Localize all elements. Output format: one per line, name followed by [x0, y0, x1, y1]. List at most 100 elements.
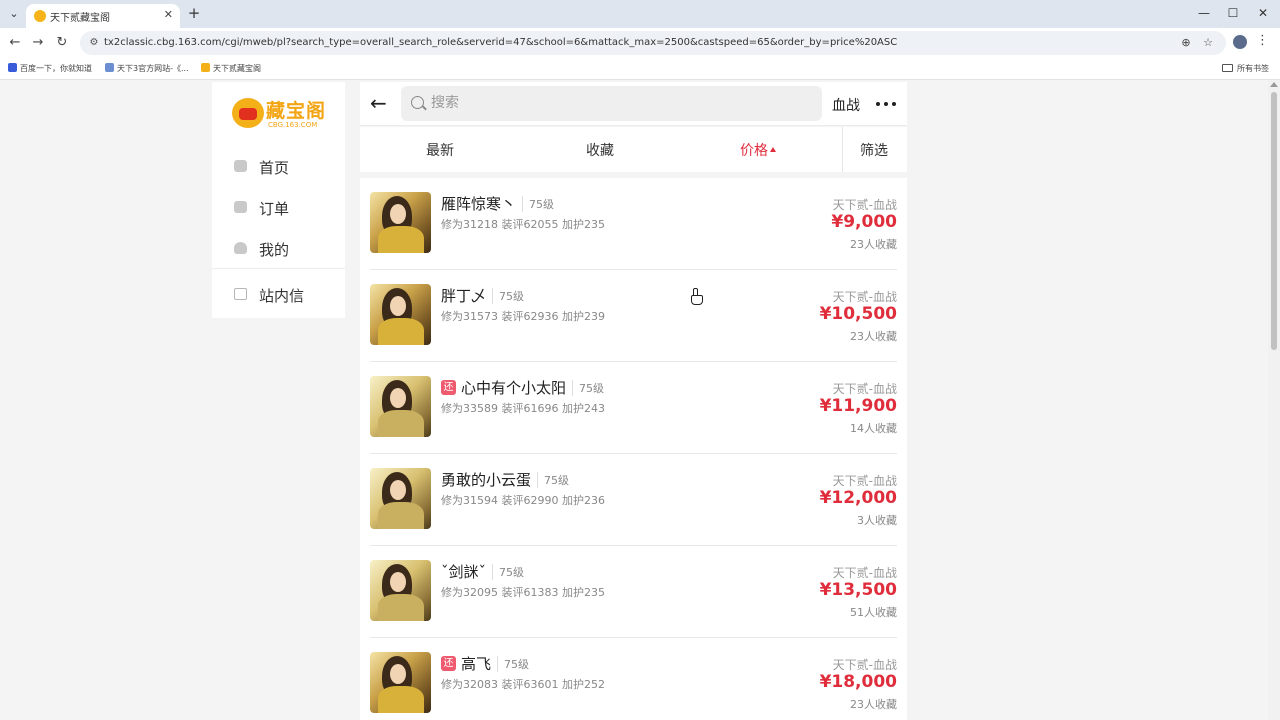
item-name: ˇ剑詸ˇ	[441, 563, 487, 581]
item-price: ¥9,000	[831, 212, 897, 232]
listing-item[interactable]: 胖丁乄 75级 修为31573 装评62936 加护239 天下贰-血战 ¥10,500…	[370, 270, 897, 362]
item-fav: 14人收藏	[850, 422, 897, 435]
item-price: ¥10,500	[819, 304, 897, 324]
character-avatar	[370, 284, 431, 345]
home-icon	[234, 160, 247, 172]
sidebar-item-home[interactable]: 首页	[232, 152, 332, 182]
new-tab-icon[interactable]: +	[186, 4, 202, 22]
cbg-icon	[201, 63, 210, 72]
tab-favorites[interactable]: 收藏	[586, 140, 614, 160]
item-price: ¥11,900	[819, 396, 897, 416]
item-fav: 23人收藏	[850, 698, 897, 711]
character-avatar	[370, 468, 431, 529]
item-server: 天下贰-血战	[832, 290, 897, 304]
search-icon	[411, 96, 424, 109]
browser-tab[interactable]: 天下贰藏宝阁 ✕	[26, 4, 180, 28]
listing-item[interactable]: 雁阵惊寒丶 75级修为31218 装评62055 加护235 天下贰-血战 ¥9,00…	[370, 178, 897, 270]
bookmark-cbg[interactable]: 天下贰藏宝阁	[201, 62, 261, 76]
character-avatar	[370, 192, 431, 253]
item-level: 75级	[537, 472, 569, 488]
browser-menu-icon[interactable]: ⋮	[1256, 33, 1269, 48]
browser-tab-bar: ⌄ 天下贰藏宝阁 ✕ + — ☐ ✕	[0, 0, 1280, 28]
sidebar-item-mine[interactable]: 我的	[232, 234, 332, 264]
item-fav: 51人收藏	[850, 606, 897, 619]
listing-item[interactable]: 还心中有个小太阳 75级 修为33589 装评61696 加护243 天下贰-血战 ¥1…	[370, 362, 897, 454]
address-bar[interactable]: ⚙ tx2classic.cbg.163.com/cgi/mweb/pl?sea…	[80, 31, 1226, 55]
server-label[interactable]: 血战	[832, 95, 860, 115]
tab-price[interactable]: 价格	[740, 140, 776, 160]
character-avatar	[370, 376, 431, 437]
sort-divider	[842, 127, 843, 172]
item-price: ¥12,000	[819, 488, 897, 508]
item-level: 75级	[497, 656, 529, 672]
scroll-up-icon[interactable]	[1270, 82, 1278, 87]
item-price: ¥13,500	[819, 580, 897, 600]
item-server: 天下贰-血战	[832, 198, 897, 212]
sidebar-item-orders[interactable]: 订单	[232, 193, 332, 223]
item-stats: 修为33589 装评61696 加护243	[441, 402, 605, 415]
bookmarks-bar: 百度一下，你就知道 天下3官方网站-《... 天下贰藏宝阁 所有书签	[0, 58, 1280, 80]
order-icon	[234, 201, 247, 213]
item-name: 心中有个小太阳	[461, 379, 567, 397]
tab-search-icon[interactable]: ⌄	[5, 5, 23, 23]
item-stats: 修为31573 装评62936 加护239	[441, 310, 605, 323]
favicon-icon	[34, 10, 46, 22]
search-input[interactable]	[431, 93, 811, 113]
tab-filter[interactable]: 筛选	[860, 140, 888, 160]
forward-nav-icon[interactable]: →	[29, 34, 47, 52]
window-close-icon[interactable]: ✕	[1252, 4, 1274, 22]
listing-item[interactable]: 勇敢的小云蛋 75级修为31594 装评62990 加护236 天下贰-血战 ¥12,…	[370, 454, 897, 546]
scroll-thumb[interactable]	[1271, 92, 1277, 350]
listing-list: 雁阵惊寒丶 75级 修为31218 装评62055 加护235 天下贰-血战 ¥9,00…	[360, 178, 907, 720]
bookmark-tx3[interactable]: 天下3官方网站-《...	[105, 62, 189, 76]
item-fav: 3人收藏	[857, 514, 897, 527]
back-nav-icon[interactable]: ←	[6, 34, 24, 52]
item-fav: 23人收藏	[850, 238, 897, 251]
user-icon	[234, 242, 247, 254]
item-stats: 修为32083 装评63601 加护252	[441, 678, 605, 691]
hand-cursor-icon	[690, 288, 703, 305]
logo-bag-icon	[232, 98, 264, 128]
url-text[interactable]: tx2classic.cbg.163.com/cgi/mweb/pl?searc…	[104, 37, 897, 48]
tab-title: 天下贰藏宝阁	[50, 13, 110, 24]
item-price: ¥18,000	[819, 672, 897, 692]
tab-latest[interactable]: 最新	[426, 140, 454, 160]
character-avatar	[370, 652, 431, 713]
logo[interactable]: 藏宝阁 CBG.163.COM	[232, 96, 328, 132]
item-name: 勇敢的小云蛋	[441, 471, 532, 489]
item-level: 75级	[522, 196, 554, 212]
bookmark-star-icon[interactable]: ☆	[1200, 35, 1216, 51]
item-server: 天下贰-血战	[832, 382, 897, 396]
profile-icon[interactable]	[1233, 35, 1247, 49]
sidebar-item-messages[interactable]: 站内信	[232, 280, 332, 310]
character-avatar	[370, 560, 431, 621]
sidebar-divider	[212, 268, 345, 269]
tab-close-icon[interactable]: ✕	[164, 8, 173, 21]
minimize-icon[interactable]: —	[1193, 4, 1215, 22]
back-arrow-icon[interactable]: ←	[370, 92, 392, 114]
item-server: 天下贰-血战	[832, 474, 897, 488]
item-level: 75级	[572, 380, 604, 396]
search-box[interactable]	[401, 86, 822, 121]
listing-item[interactable]: ˇ剑詸ˇ 75级 修为32095 装评61383 加护235 天下贰-血战 ¥13,50…	[370, 546, 897, 638]
return-badge: 还	[441, 656, 456, 671]
page-scrollbar[interactable]	[1268, 80, 1280, 720]
zoom-icon[interactable]: ⊕	[1178, 35, 1194, 51]
more-dots-icon[interactable]	[874, 93, 898, 113]
item-fav: 23人收藏	[850, 330, 897, 343]
sort-asc-icon	[770, 147, 776, 152]
all-bookmarks[interactable]: 所有书签	[1222, 62, 1269, 76]
main-panel: ← 血战 最新 收藏 价格 筛选 雁阵惊寒丶75级修为31218 装评62055…	[360, 82, 907, 720]
item-name: 雁阵惊寒丶	[441, 195, 517, 213]
item-name: 胖丁乄	[441, 287, 487, 305]
folder-icon	[1222, 64, 1233, 72]
maximize-icon[interactable]: ☐	[1222, 4, 1244, 22]
sort-bar: 最新 收藏 价格 筛选	[360, 127, 907, 172]
listing-item[interactable]: 还高飞 75级 修为32083 装评63601 加护252 天下贰-血战 ¥18,000…	[370, 638, 897, 720]
item-stats: 修为31594 装评62990 加护236	[441, 494, 605, 507]
site-info-icon[interactable]: ⚙	[86, 35, 102, 51]
bookmark-baidu[interactable]: 百度一下，你就知道	[8, 62, 92, 76]
reload-icon[interactable]: ↻	[53, 34, 71, 52]
item-stats: 修为31218 装评62055 加护235	[441, 218, 605, 231]
sidebar: 藏宝阁 CBG.163.COM 首页 订单 我的 站内信	[212, 82, 345, 318]
